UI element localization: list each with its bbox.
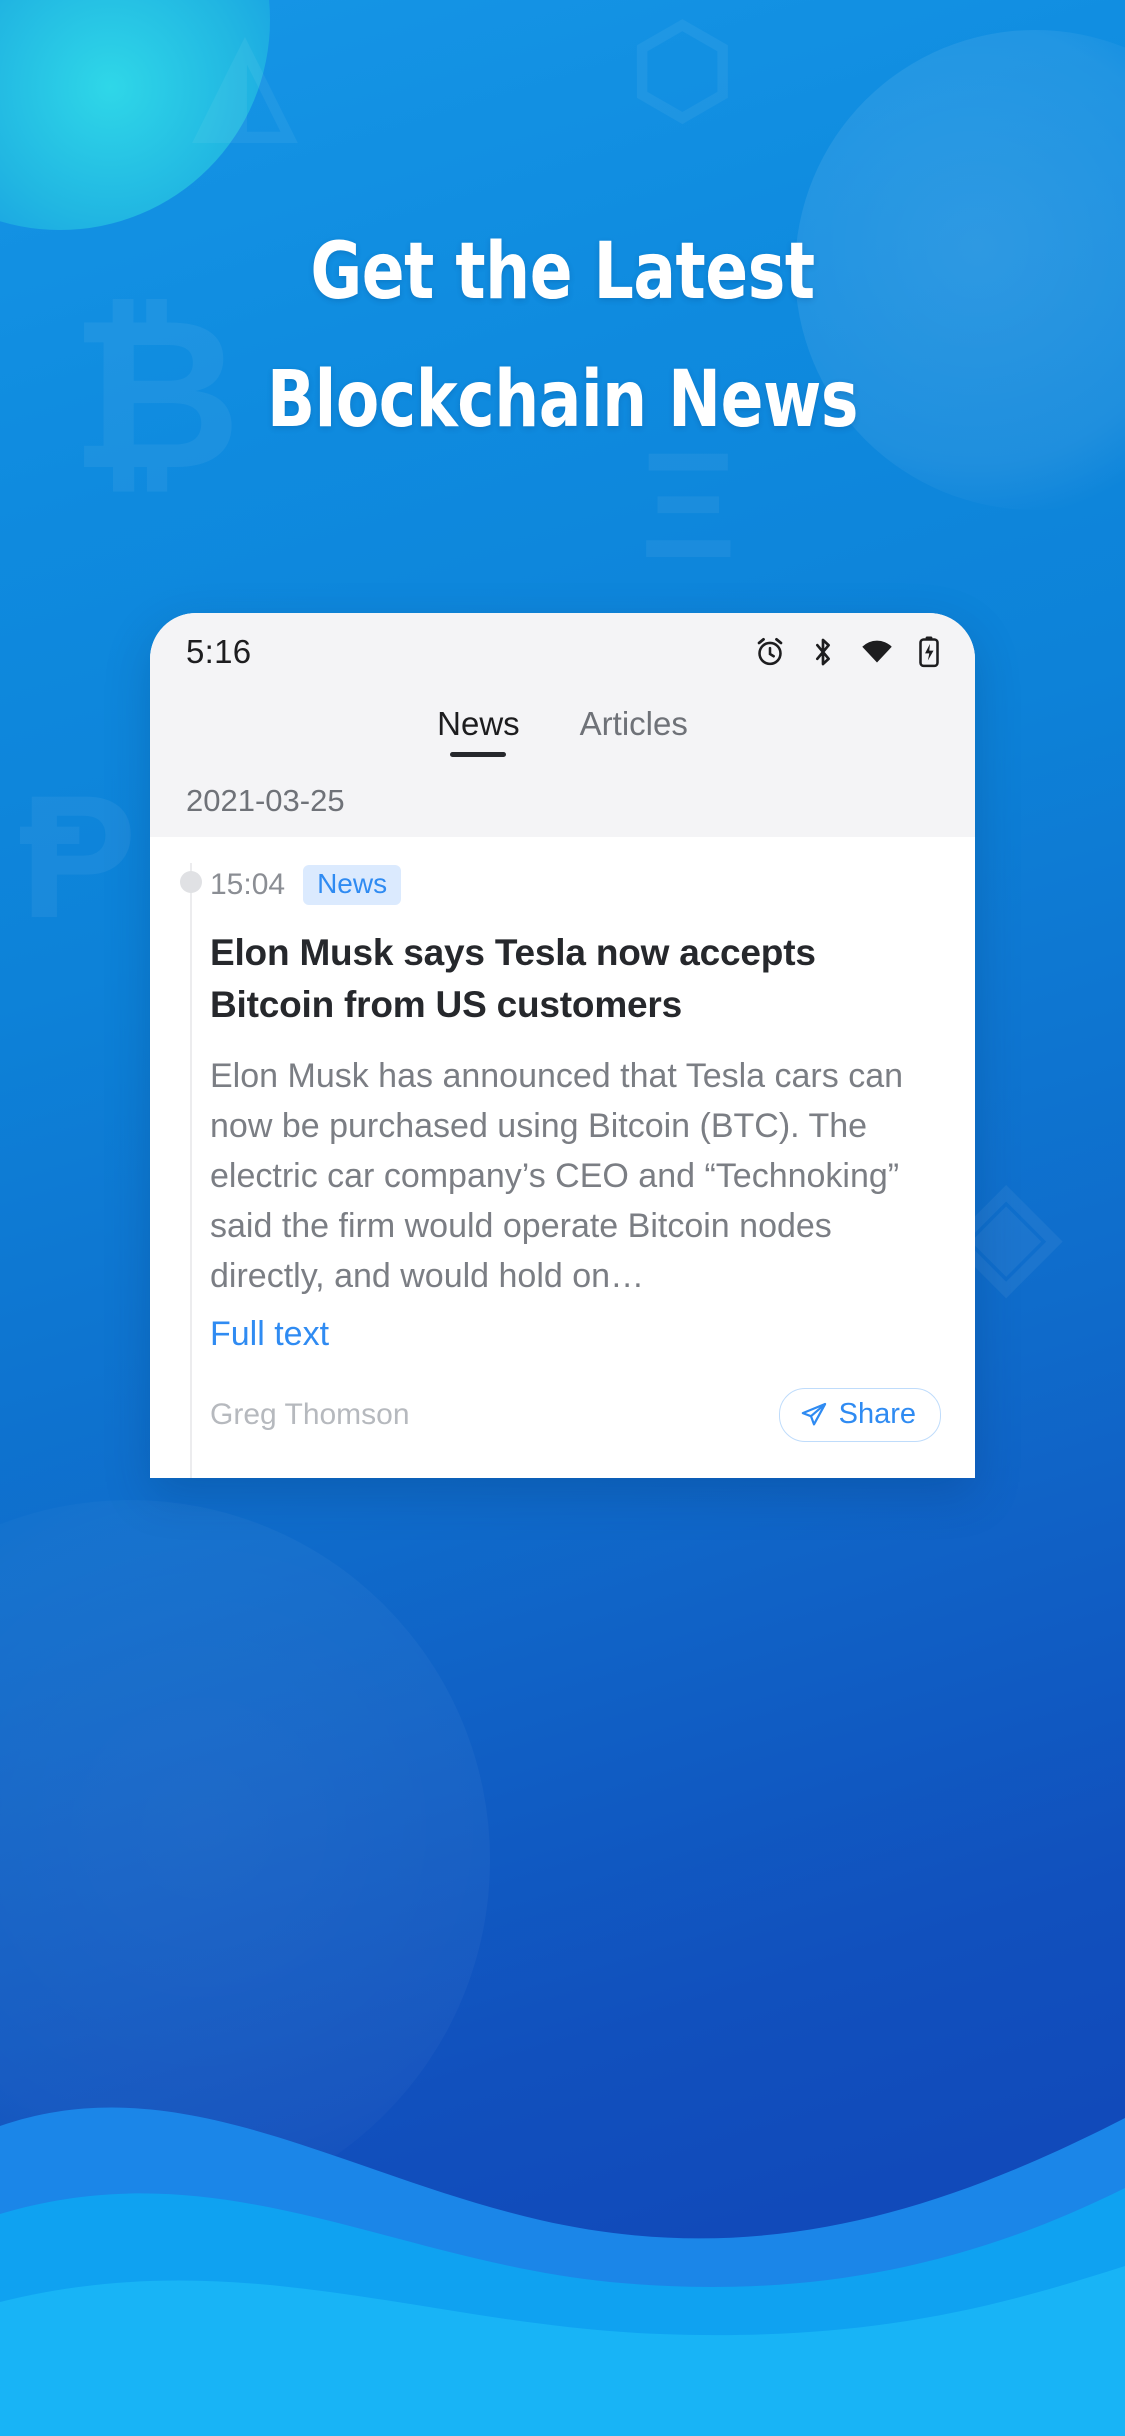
news-item[interactable]: 15:02 News Bank of International Settlem… bbox=[150, 1464, 975, 1478]
news-item-author: Greg Thomson bbox=[210, 1398, 410, 1431]
share-button[interactable]: Share bbox=[778, 1388, 941, 1442]
wifi-icon bbox=[862, 640, 892, 663]
tab-news[interactable]: News bbox=[433, 701, 524, 759]
full-text-link[interactable]: Full text bbox=[210, 1315, 329, 1354]
news-item-body: Elon Musk has announced that Tesla cars … bbox=[210, 1057, 904, 1295]
top-tab-bar[interactable]: News Articles bbox=[150, 691, 975, 779]
status-bar-icons bbox=[753, 635, 941, 669]
watermark-drop-icon: ◭ bbox=[195, 7, 295, 153]
bluetooth-icon bbox=[815, 638, 831, 666]
bottom-wave-decoration bbox=[0, 2162, 1125, 2436]
news-item-time: 15:04 bbox=[210, 868, 286, 901]
send-icon bbox=[801, 1402, 826, 1425]
share-button-label: Share bbox=[838, 1398, 916, 1430]
news-feed: 15:04 News Elon Musk says Tesla now acce… bbox=[150, 837, 975, 1478]
phone-screen: 5:16 News Articles 2021-03-25 15:04 News… bbox=[150, 613, 975, 1478]
page-title: Get the Latest Blockchain News bbox=[56, 208, 1069, 464]
watermark-hexagon-icon: ⬡ bbox=[630, 3, 735, 137]
news-item-meta: 15:04 News bbox=[210, 865, 941, 905]
phone-mockup: 5:16 News Articles 2021-03-25 15:04 News… bbox=[150, 613, 975, 1478]
status-bar: 5:16 bbox=[150, 613, 975, 691]
date-header-label: 2021-03-25 bbox=[186, 783, 345, 818]
tab-articles[interactable]: Articles bbox=[576, 701, 692, 759]
news-item-title[interactable]: Elon Musk says Tesla now accepts Bitcoin… bbox=[210, 927, 941, 1031]
timeline-dot-icon bbox=[180, 871, 202, 893]
battery-charging-icon bbox=[919, 636, 939, 668]
status-bar-clock: 5:16 bbox=[186, 633, 252, 670]
headline-line-2: Blockchain News bbox=[266, 355, 859, 445]
watermark-polkadot-icon: Ᵽ bbox=[20, 760, 137, 955]
status-badge: News bbox=[303, 865, 402, 905]
date-header: 2021-03-25 bbox=[150, 779, 975, 837]
headline-line-1: Get the Latest bbox=[310, 227, 815, 317]
alarm-icon bbox=[757, 637, 783, 666]
news-item-footer: Greg Thomson Share bbox=[210, 1388, 941, 1454]
news-item[interactable]: 15:04 News Elon Musk says Tesla now acce… bbox=[150, 849, 975, 1464]
